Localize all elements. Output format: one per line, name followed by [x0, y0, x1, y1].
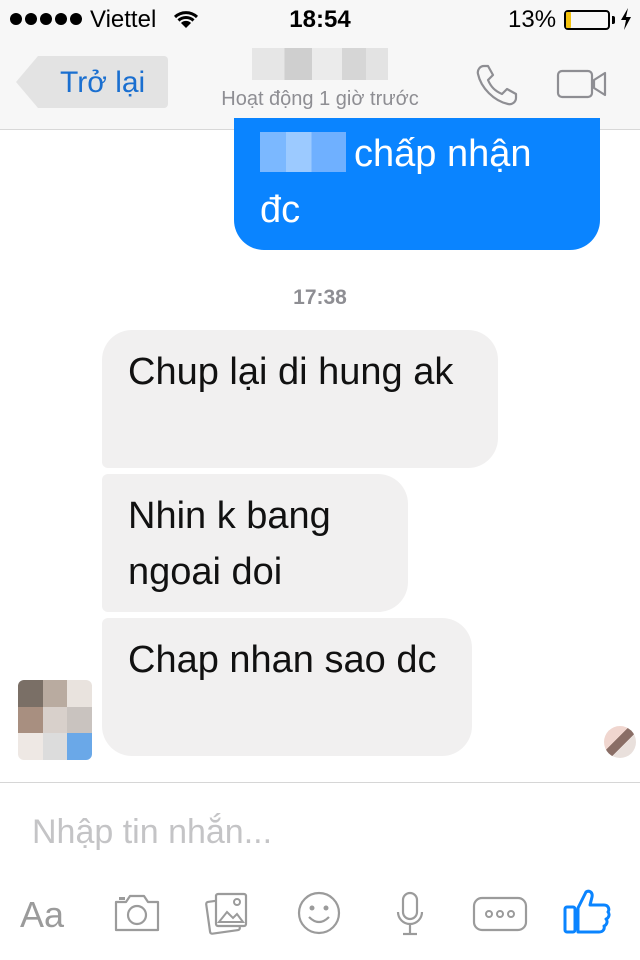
message-timestamp: 17:38: [293, 286, 347, 309]
incoming-message-bubble[interactable]: Chap nhan sao dc: [102, 618, 472, 756]
video-call-icon[interactable]: [556, 68, 608, 100]
incoming-message-bubble[interactable]: Chup lại di hung ak: [102, 330, 498, 468]
camera-icon[interactable]: [112, 890, 162, 934]
photo-gallery-icon[interactable]: [204, 890, 250, 936]
contact-avatar[interactable]: [18, 680, 92, 760]
blurred-text: [260, 132, 346, 172]
phone-call-icon[interactable]: [474, 62, 520, 108]
activity-status: Hoạt động 1 giờ trước: [221, 88, 419, 110]
microphone-icon[interactable]: [394, 890, 426, 938]
text-format-icon[interactable]: Aa: [20, 894, 64, 936]
thumbs-up-icon[interactable]: [562, 886, 612, 936]
status-bar: Viettel 18:54 13%: [0, 0, 640, 40]
battery-tip: [612, 16, 615, 24]
composer-divider: [0, 782, 640, 783]
battery-percent: 13%: [508, 6, 557, 33]
more-icon[interactable]: [472, 896, 528, 932]
emoji-icon[interactable]: [296, 890, 342, 936]
battery-icon: [564, 10, 610, 30]
outgoing-message-bubble[interactable]: chấp nhận đc: [234, 118, 600, 250]
contact-name-blurred: [252, 48, 388, 80]
read-receipt-avatar: [604, 726, 636, 758]
incoming-message-text: Chap nhan sao dc: [128, 639, 437, 681]
message-input[interactable]: [32, 808, 592, 856]
battery-fill: [566, 12, 572, 28]
incoming-message-text: Chup lại di hung ak: [128, 351, 454, 393]
conversation-header: Trở lại Hoạt động 1 giờ trước: [0, 40, 640, 130]
incoming-message-bubble[interactable]: Nhin k bang ngoai doi: [102, 474, 408, 612]
charging-icon: [621, 8, 631, 30]
incoming-message-text: Nhin k bang ngoai doi: [128, 495, 331, 593]
